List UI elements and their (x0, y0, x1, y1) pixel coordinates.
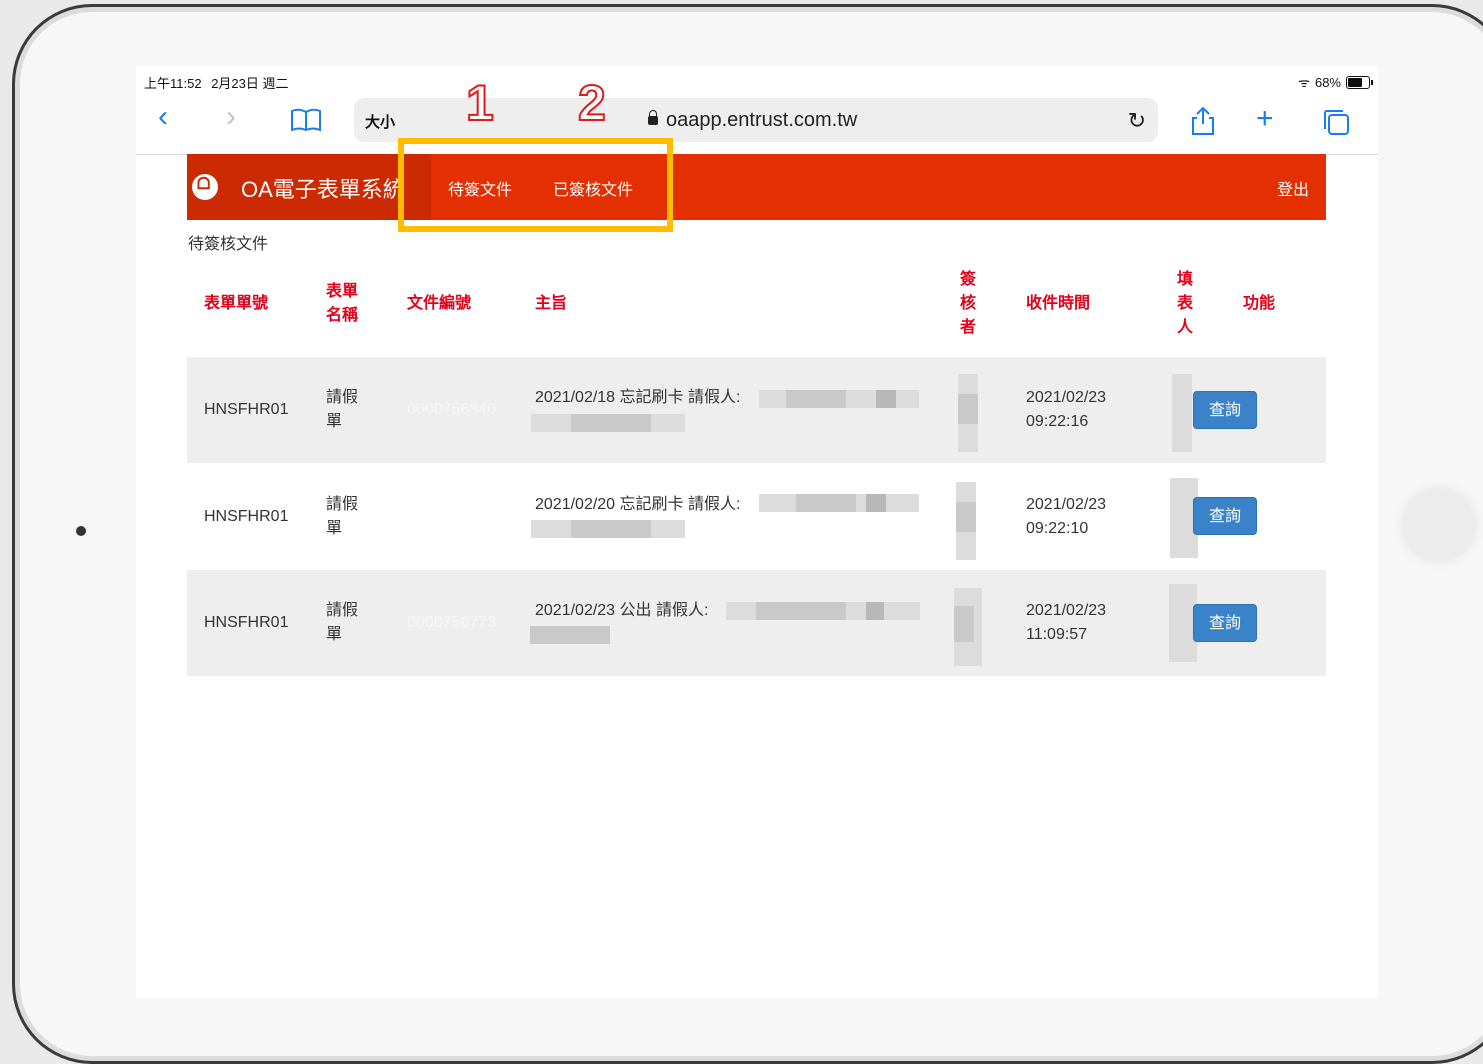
received-time: 2021/02/23 09:22:16 (1026, 389, 1107, 430)
doc-no: 0000756340 (407, 401, 496, 418)
chevron-right-icon[interactable]: › (226, 102, 236, 132)
url-text: oaapp.entrust.com.tw (666, 109, 858, 131)
status-bar: 上午11:52 2月23日 週二 ᯤ 68% (136, 66, 1378, 94)
received-time: 2021/02/23 09:22:10 (1026, 496, 1107, 537)
header-filler: 填表人 (1177, 271, 1194, 336)
book-icon[interactable] (290, 108, 322, 138)
camera-dot (76, 526, 86, 536)
header-received-time: 收件時間 (1026, 295, 1091, 312)
share-icon[interactable] (1190, 106, 1216, 142)
subject: 2021/02/23 公出 請假人: (535, 602, 709, 619)
status-date: 2月23日 週二 (211, 76, 289, 91)
query-button[interactable]: 查詢 (1193, 391, 1257, 429)
logo-icon (192, 174, 218, 200)
query-button[interactable]: 查詢 (1193, 497, 1257, 535)
lock-icon (648, 110, 658, 125)
reload-icon[interactable]: ↻ (1128, 108, 1146, 134)
query-button[interactable]: 查詢 (1193, 604, 1257, 642)
header-form-name: 表單 名稱 (326, 283, 359, 324)
brand-title: OA電子表單系統 (241, 177, 405, 202)
header-subject: 主旨 (535, 295, 568, 312)
app-navbar: OA電子表單系統 待簽文件 已簽核文件 登出 (187, 154, 1326, 220)
form-no: HNSFHR01 (204, 508, 289, 525)
doc-no: 0000756773 (407, 614, 496, 631)
form-name: 請假單 (326, 496, 359, 537)
browser-toolbar: ‹ › 大小 oaapp.entrust.com.tw ↻ + (136, 94, 1378, 155)
received-time: 2021/02/23 11:09:57 (1026, 602, 1107, 643)
logout-link[interactable]: 登出 (1277, 176, 1309, 200)
form-name: 請假單 (326, 602, 359, 643)
header-action: 功能 (1243, 295, 1276, 312)
form-no: HNSFHR01 (204, 401, 289, 418)
header-reviewer: 簽核者 (960, 271, 977, 336)
header-form-no: 表單單號 (204, 295, 269, 312)
plus-icon[interactable]: + (1256, 104, 1274, 134)
chevron-left-icon[interactable]: ‹ (158, 102, 168, 132)
subject: 2021/02/18 忘記刷卡 請假人: (535, 389, 741, 406)
status-time: 上午11:52 (144, 76, 202, 91)
annotation-marker-1: 1 (465, 75, 495, 131)
brand[interactable]: OA電子表單系統 (187, 154, 431, 220)
tabs-icon[interactable] (1322, 108, 1350, 142)
wifi-icon: ᯤ (1298, 75, 1310, 90)
annotation-marker-2: 2 (577, 75, 607, 131)
battery-icon (1346, 75, 1373, 89)
text-size-button[interactable]: 大小 (365, 111, 395, 132)
header-doc-no: 文件編號 (407, 295, 472, 312)
battery-percent: 68% (1314, 74, 1341, 90)
page-title: 待簽核文件 (188, 236, 269, 253)
screen: 上午11:52 2月23日 週二 ᯤ 68% ‹ › 大小 oaapp.entr… (136, 66, 1378, 998)
home-button (1404, 490, 1474, 560)
subject: 2021/02/20 忘記刷卡 請假人: (535, 496, 741, 513)
form-no: HNSFHR01 (204, 614, 289, 631)
annotation-box (398, 138, 673, 232)
form-name: 請假單 (326, 389, 359, 430)
